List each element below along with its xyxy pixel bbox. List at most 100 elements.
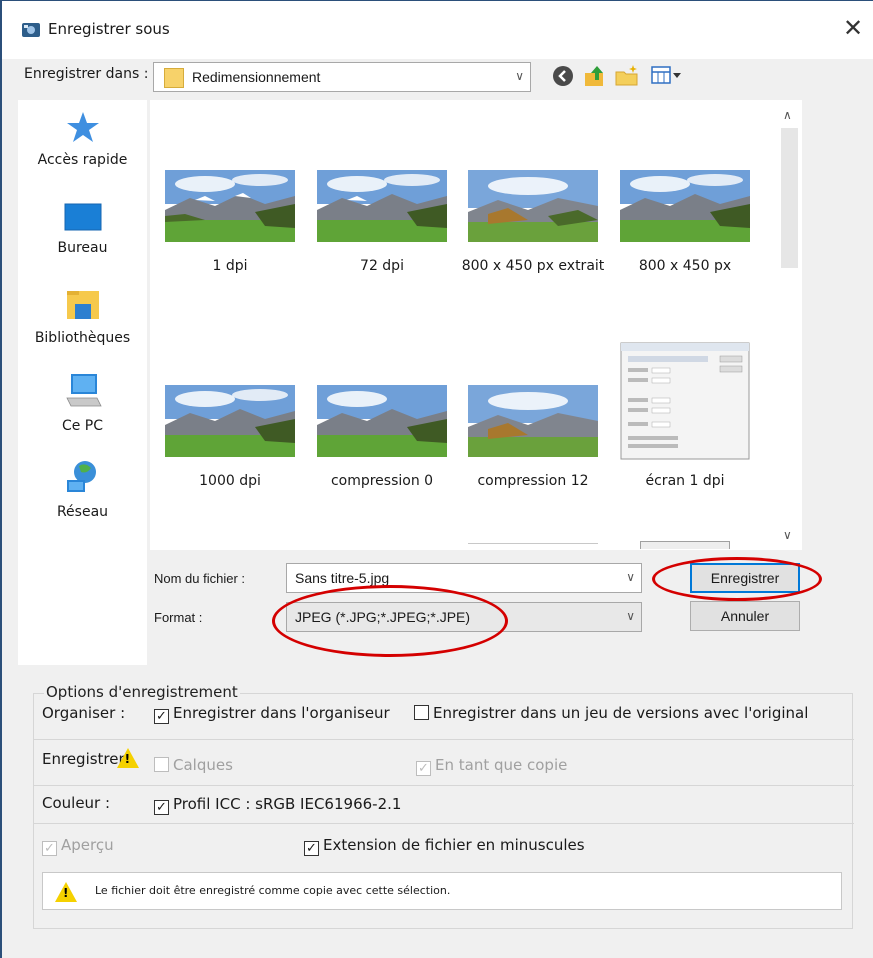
lowercase-extension-checkbox[interactable]: ✓ Extension de fichier en minuscules [304,836,585,856]
checkbox-label: Enregistrer dans un jeu de versions avec… [433,704,809,722]
chevron-down-icon[interactable]: ∨ [626,609,635,623]
computer-icon [65,374,102,407]
enregistrer-label-text: Enregistrer [42,750,125,768]
screenshot-thumbnail [620,342,750,460]
options-row-enregistrer: Enregistrer! Calques ✓ En tant que copie [34,744,854,786]
options-row-apercu: ✓ Aperçu ✓ Extension de fichier en minuscu… [34,828,854,866]
image-thumbnail [468,385,598,457]
checkbox-label: Aperçu [61,836,114,854]
versions-checkbox[interactable]: Enregistrer dans un jeu de versions avec… [414,704,808,722]
file-name: 1000 dpi [199,473,261,489]
file-name: 800 x 450 px extrait [461,258,605,274]
view-menu-icon[interactable] [651,64,683,88]
back-icon[interactable] [551,64,575,88]
sidebar-item-label: Accès rapide [37,152,128,168]
chevron-down-icon[interactable]: ∨ [626,570,635,584]
couleur-label: Couleur : [42,794,111,812]
warning-icon: ! [116,748,139,768]
save-as-dialog: Enregistrer sous ✕ Enregistrer dans : Re… [0,0,873,958]
file-name: compression 12 [477,473,589,489]
file-item-800x450-extrait[interactable]: 800 x 450 px extrait [462,170,604,274]
star-icon [66,112,99,142]
icc-profile-checkbox[interactable]: ✓ Profil ICC : sRGB IEC61966-2.1 [154,795,401,815]
format-value: JPEG (*.JPG;*.JPEG;*.JPE) [295,609,471,625]
sidebar-item-label: Ce PC [61,418,104,434]
options-row-organiser: Organiser : ✓ Enregistrer dans l'organise… [34,702,854,740]
warning-icon: ! [55,882,77,902]
file-name: 800 x 450 px [638,258,732,274]
format-label: Format : [154,610,203,625]
image-thumbnail [317,170,447,242]
sidebar-item-label: Réseau [56,504,109,520]
file-item-ecran-1-dpi[interactable]: écran 1 dpi [620,342,750,489]
format-dropdown[interactable]: JPEG (*.JPG;*.JPEG;*.JPE) ∨ [286,602,642,632]
folder-icon [164,68,184,88]
file-list[interactable]: 1 dpi 72 dpi 800 x 450 px extrait 800 x … [150,100,802,550]
save-in-label: Enregistrer dans : [24,66,149,82]
file-list-scrollbar[interactable]: ∧ ∨ [777,100,802,550]
checkbox-unchecked-icon [154,757,169,772]
sidebar-item-label: Bibliothèques [34,330,131,346]
scroll-up-icon[interactable]: ∧ [783,108,792,122]
up-folder-icon[interactable] [583,64,607,88]
network-icon [66,461,96,492]
file-name: 72 dpi [360,258,404,274]
checkbox-label: Profil ICC : sRGB IEC61966-2.1 [173,795,402,813]
image-thumbnail [165,170,295,242]
chevron-down-icon: ∨ [515,69,524,83]
image-thumbnail [317,385,447,457]
file-item-compression-12[interactable]: compression 12 [468,385,598,489]
sidebar-item-libraries[interactable]: Bibliothèques [18,288,147,346]
places-sidebar: Accès rapide Bureau Bibliothèques Ce PC … [18,100,147,665]
save-button[interactable]: Enregistrer [690,563,800,593]
calques-checkbox: Calques [154,756,233,774]
image-thumbnail [165,385,295,457]
checkbox-checked-icon: ✓ [154,800,169,815]
filename-value: Sans titre-5.jpg [295,570,390,586]
file-item-1-dpi[interactable]: 1 dpi [165,170,295,274]
checkbox-label: En tant que copie [435,756,568,774]
sidebar-item-label: Bureau [57,240,108,256]
scroll-down-icon[interactable]: ∨ [783,528,792,542]
file-item-compression-0[interactable]: compression 0 [317,385,447,489]
sidebar-item-desktop[interactable]: Bureau [18,202,147,256]
options-legend: Options d'enregistrement [44,683,240,701]
new-folder-icon[interactable] [615,64,639,88]
image-thumbnail [620,170,750,242]
sidebar-item-quick-access[interactable]: Accès rapide [18,110,147,168]
save-in-value: Redimensionnement [192,69,321,85]
close-button[interactable]: ✕ [841,14,865,42]
filename-label: Nom du fichier : [154,571,246,586]
save-in-dropdown[interactable]: Redimensionnement ∨ [153,62,531,92]
file-item-72-dpi[interactable]: 72 dpi [317,170,447,274]
app-icon [22,23,40,37]
save-options-group: Organiser : ✓ Enregistrer dans l'organise… [33,693,854,929]
scroll-thumb[interactable] [781,128,798,268]
checkbox-checked-icon: ✓ [304,841,319,856]
checkbox-checked-icon: ✓ [154,709,169,724]
checkbox-label: Calques [173,756,233,774]
file-name: 1 dpi [212,258,248,274]
image-thumbnail [468,170,598,242]
partial-thumbnail [468,543,598,549]
sidebar-item-network[interactable]: Réseau [18,458,147,520]
checkbox-label: Extension de fichier en minuscules [323,836,585,854]
cancel-button[interactable]: Annuler [690,601,800,631]
enregistrer-label: Enregistrer! [42,748,139,768]
file-item-800x450[interactable]: 800 x 450 px [620,170,750,274]
checkbox-checked-icon: ✓ [416,761,431,776]
file-name: compression 0 [330,473,434,489]
window-title: Enregistrer sous [48,20,170,38]
organiser-label: Organiser : [42,704,126,722]
sidebar-item-this-pc[interactable]: Ce PC [18,372,147,434]
checkbox-checked-icon: ✓ [42,841,57,856]
organiser-checkbox[interactable]: ✓ Enregistrer dans l'organiseur [154,704,390,724]
options-row-couleur: Couleur : ✓ Profil ICC : sRGB IEC61966-2.… [34,786,854,824]
title-bar: Enregistrer sous ✕ [2,1,873,59]
checkbox-label: Enregistrer dans l'organiseur [173,704,390,722]
file-item-1000-dpi[interactable]: 1000 dpi [165,385,295,489]
checkbox-unchecked-icon [414,705,429,720]
copy-checkbox: ✓ En tant que copie [416,756,567,776]
apercu-checkbox: ✓ Aperçu [42,836,114,856]
filename-input[interactable]: Sans titre-5.jpg ∨ [286,563,642,593]
